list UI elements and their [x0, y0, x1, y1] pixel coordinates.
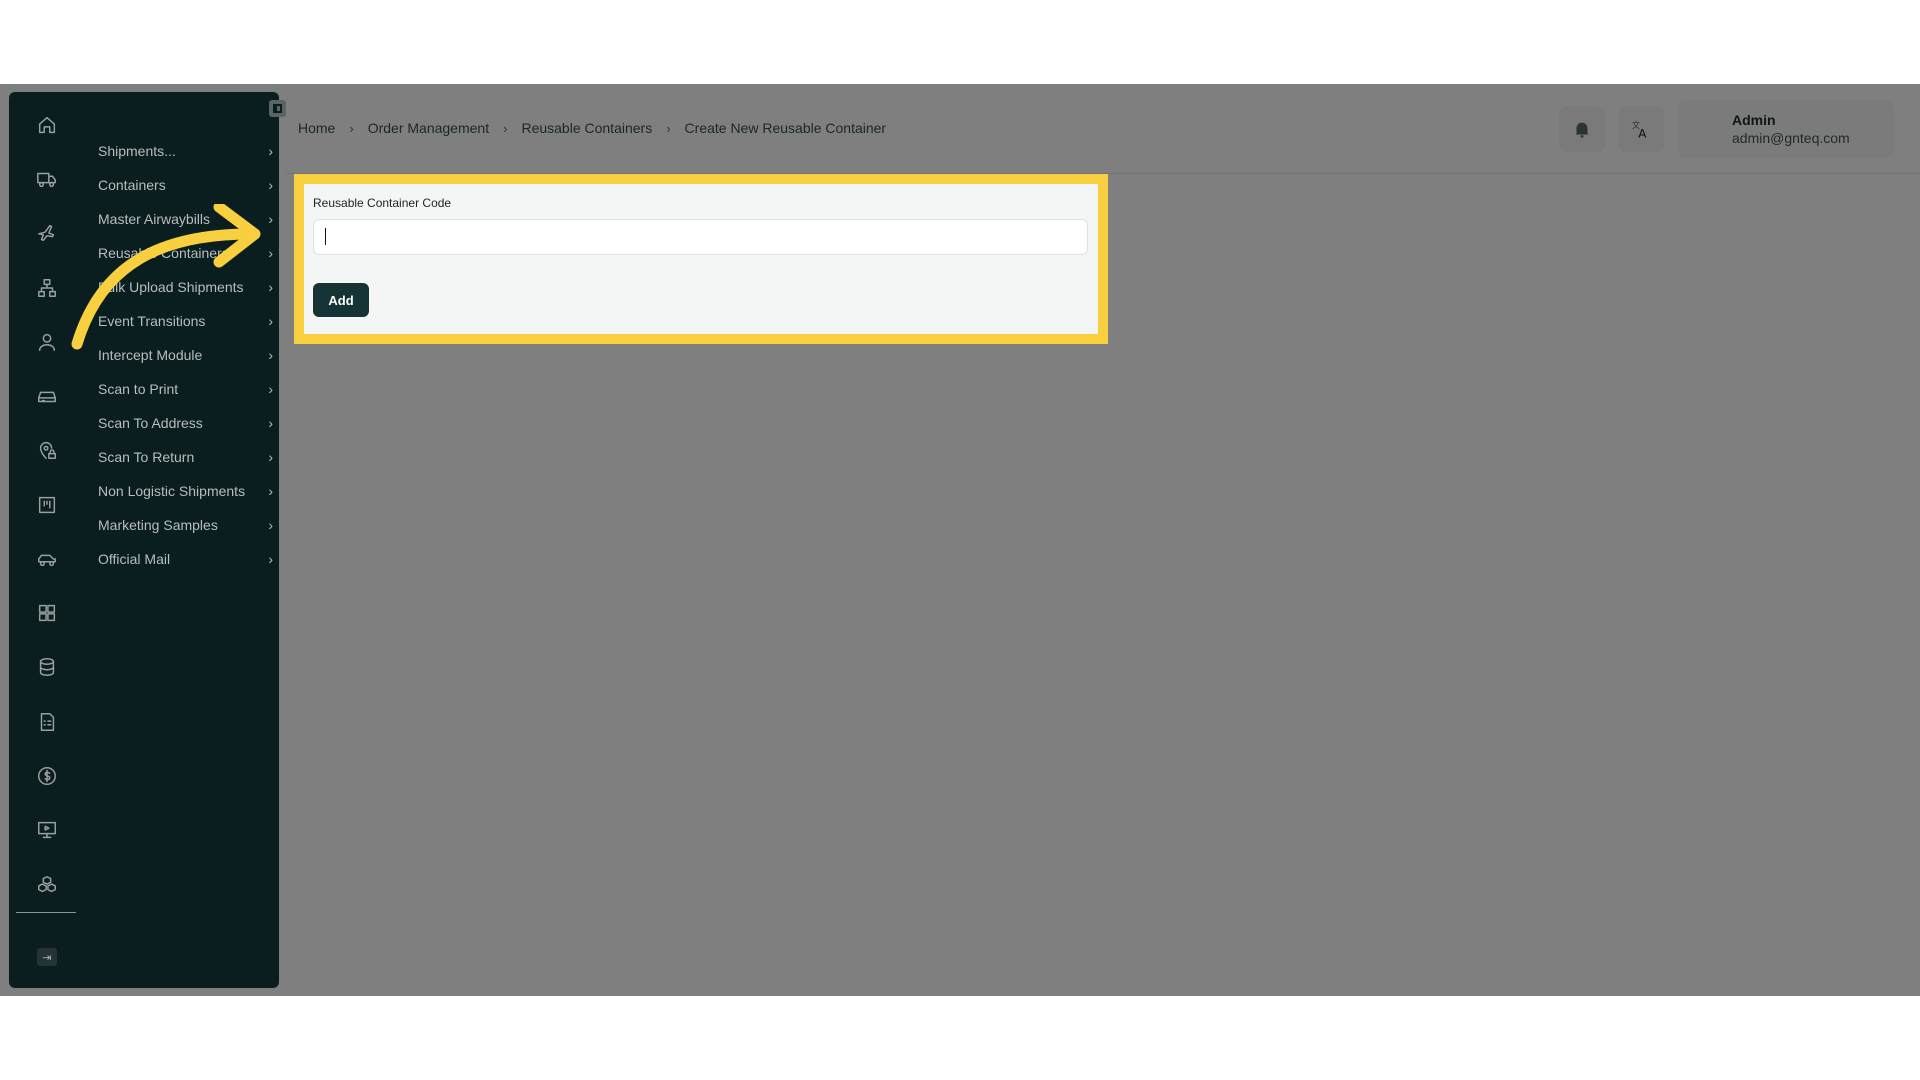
sidebar: ⇥ Shipments... › Containers › Master Airwa… — [9, 92, 286, 988]
sidebar-item-marketing-samples[interactable]: Marketing Samples › — [98, 508, 273, 542]
sidebar-item-intercept-module[interactable]: Intercept Module › — [98, 338, 273, 372]
sidebar-item-scan-to-print[interactable]: Scan to Print › — [98, 372, 273, 406]
sidebar-item-label: Scan To Address — [98, 415, 203, 431]
reusable-container-form: Reusable Container Code Add — [294, 174, 1108, 344]
grid-icon[interactable] — [29, 595, 65, 631]
field-label: Reusable Container Code — [313, 196, 452, 210]
chevron-right-icon: › — [268, 347, 273, 363]
car-icon[interactable] — [29, 541, 65, 577]
svg-text:A: A — [1638, 126, 1647, 140]
sidebar-item-label: Master Airwaybills — [98, 211, 211, 227]
document-list-icon[interactable] — [29, 704, 65, 740]
boxes-icon[interactable] — [29, 867, 65, 903]
sidebar-item-event-transitions[interactable]: Event Transitions › — [98, 304, 273, 338]
sidebar-item-official-mail[interactable]: Official Mail › — [98, 542, 273, 576]
sidebar-item-shipments[interactable]: Shipments... › — [98, 134, 273, 168]
network-icon[interactable] — [29, 270, 65, 306]
kanban-icon[interactable] — [29, 487, 65, 523]
user-email: admin@gnteq.com — [1732, 130, 1850, 146]
sidebar-item-master-airwaybills[interactable]: Master Airwaybills › — [98, 202, 273, 236]
chevron-right-icon: › — [268, 381, 273, 397]
chevron-right-icon: › — [268, 313, 273, 329]
chevron-right-icon: › — [349, 120, 354, 136]
user-icon[interactable] — [29, 324, 65, 360]
icon-rail: ⇥ — [9, 92, 85, 988]
add-button[interactable]: Add — [313, 283, 369, 317]
logout-icon[interactable]: ⇥ — [37, 948, 57, 966]
home-icon[interactable] — [29, 107, 65, 143]
breadcrumb-order-management[interactable]: Order Management — [368, 120, 489, 136]
sidebar-item-label: Scan to Print — [98, 381, 179, 397]
airplane-icon[interactable] — [29, 215, 65, 251]
sidebar-item-scan-to-return[interactable]: Scan To Return › — [98, 440, 273, 474]
presentation-icon[interactable] — [29, 812, 65, 848]
sidebar-item-label: Bulk Upload Shipments — [98, 279, 244, 295]
sidebar-divider — [16, 912, 76, 913]
truck-icon[interactable] — [29, 161, 65, 197]
chevron-right-icon: › — [268, 211, 273, 227]
chevron-right-icon: › — [268, 449, 273, 465]
sidebar-item-non-logistic-shipments[interactable]: Non Logistic Shipments › — [98, 474, 273, 508]
location-lock-icon[interactable] — [29, 432, 65, 468]
sidebar-item-label: Scan To Return — [98, 449, 195, 465]
sidebar-item-reusable-containers[interactable]: Reusable Containers › — [98, 236, 273, 270]
reusable-container-code-input[interactable] — [313, 219, 1088, 255]
chevron-right-icon: › — [268, 143, 273, 159]
chevron-right-icon: › — [268, 517, 273, 533]
sidebar-item-bulk-upload-shipments[interactable]: Bulk Upload Shipments › — [98, 270, 273, 304]
breadcrumb-reusable-containers[interactable]: Reusable Containers — [521, 120, 652, 136]
user-name: Admin — [1732, 112, 1776, 128]
app-window: ⇥ Shipments... › Containers › Master Airwa… — [0, 84, 1920, 996]
language-button[interactable]: 文A — [1618, 106, 1664, 152]
chevron-right-icon: › — [268, 177, 273, 193]
sidebar-item-label: Marketing Samples — [98, 517, 218, 533]
sidebar-menu: Shipments... › Containers › Master Airwayb… — [98, 134, 273, 576]
chevron-right-icon: › — [268, 551, 273, 567]
chevron-right-icon: › — [268, 415, 273, 431]
translate-icon: 文A — [1632, 120, 1647, 140]
chevron-right-icon: › — [268, 245, 273, 261]
breadcrumb-current-page: Create New Reusable Container — [684, 120, 887, 136]
dollar-icon[interactable] — [29, 758, 65, 794]
sidebar-item-label: Containers — [98, 177, 166, 193]
text-cursor — [325, 228, 326, 245]
scanner-icon[interactable] — [29, 378, 65, 414]
breadcrumb-home[interactable]: Home — [298, 120, 335, 136]
notifications-button[interactable] — [1559, 106, 1605, 152]
user-profile-card[interactable]: Admin admin@gnteq.com — [1678, 100, 1894, 158]
chevron-right-icon: › — [268, 483, 273, 499]
database-icon[interactable] — [29, 649, 65, 685]
sidebar-item-scan-to-address[interactable]: Scan To Address › — [98, 406, 273, 440]
sidebar-item-label: Shipments... — [98, 143, 176, 159]
chevron-right-icon: › — [503, 120, 508, 136]
chevron-right-icon: › — [666, 120, 671, 136]
bell-icon — [1575, 122, 1589, 138]
sidebar-item-label: Intercept Module — [98, 347, 203, 363]
sidebar-collapse-icon[interactable] — [269, 100, 286, 117]
sidebar-item-label: Official Mail — [98, 551, 171, 567]
sidebar-item-label: Reusable Containers — [98, 245, 229, 261]
chevron-right-icon: › — [268, 279, 273, 295]
sidebar-item-label: Event Transitions — [98, 313, 206, 329]
sidebar-item-containers[interactable]: Containers › — [98, 168, 273, 202]
sidebar-item-label: Non Logistic Shipments — [98, 483, 246, 499]
breadcrumb: Home › Order Management › Reusable Conta… — [298, 120, 886, 136]
